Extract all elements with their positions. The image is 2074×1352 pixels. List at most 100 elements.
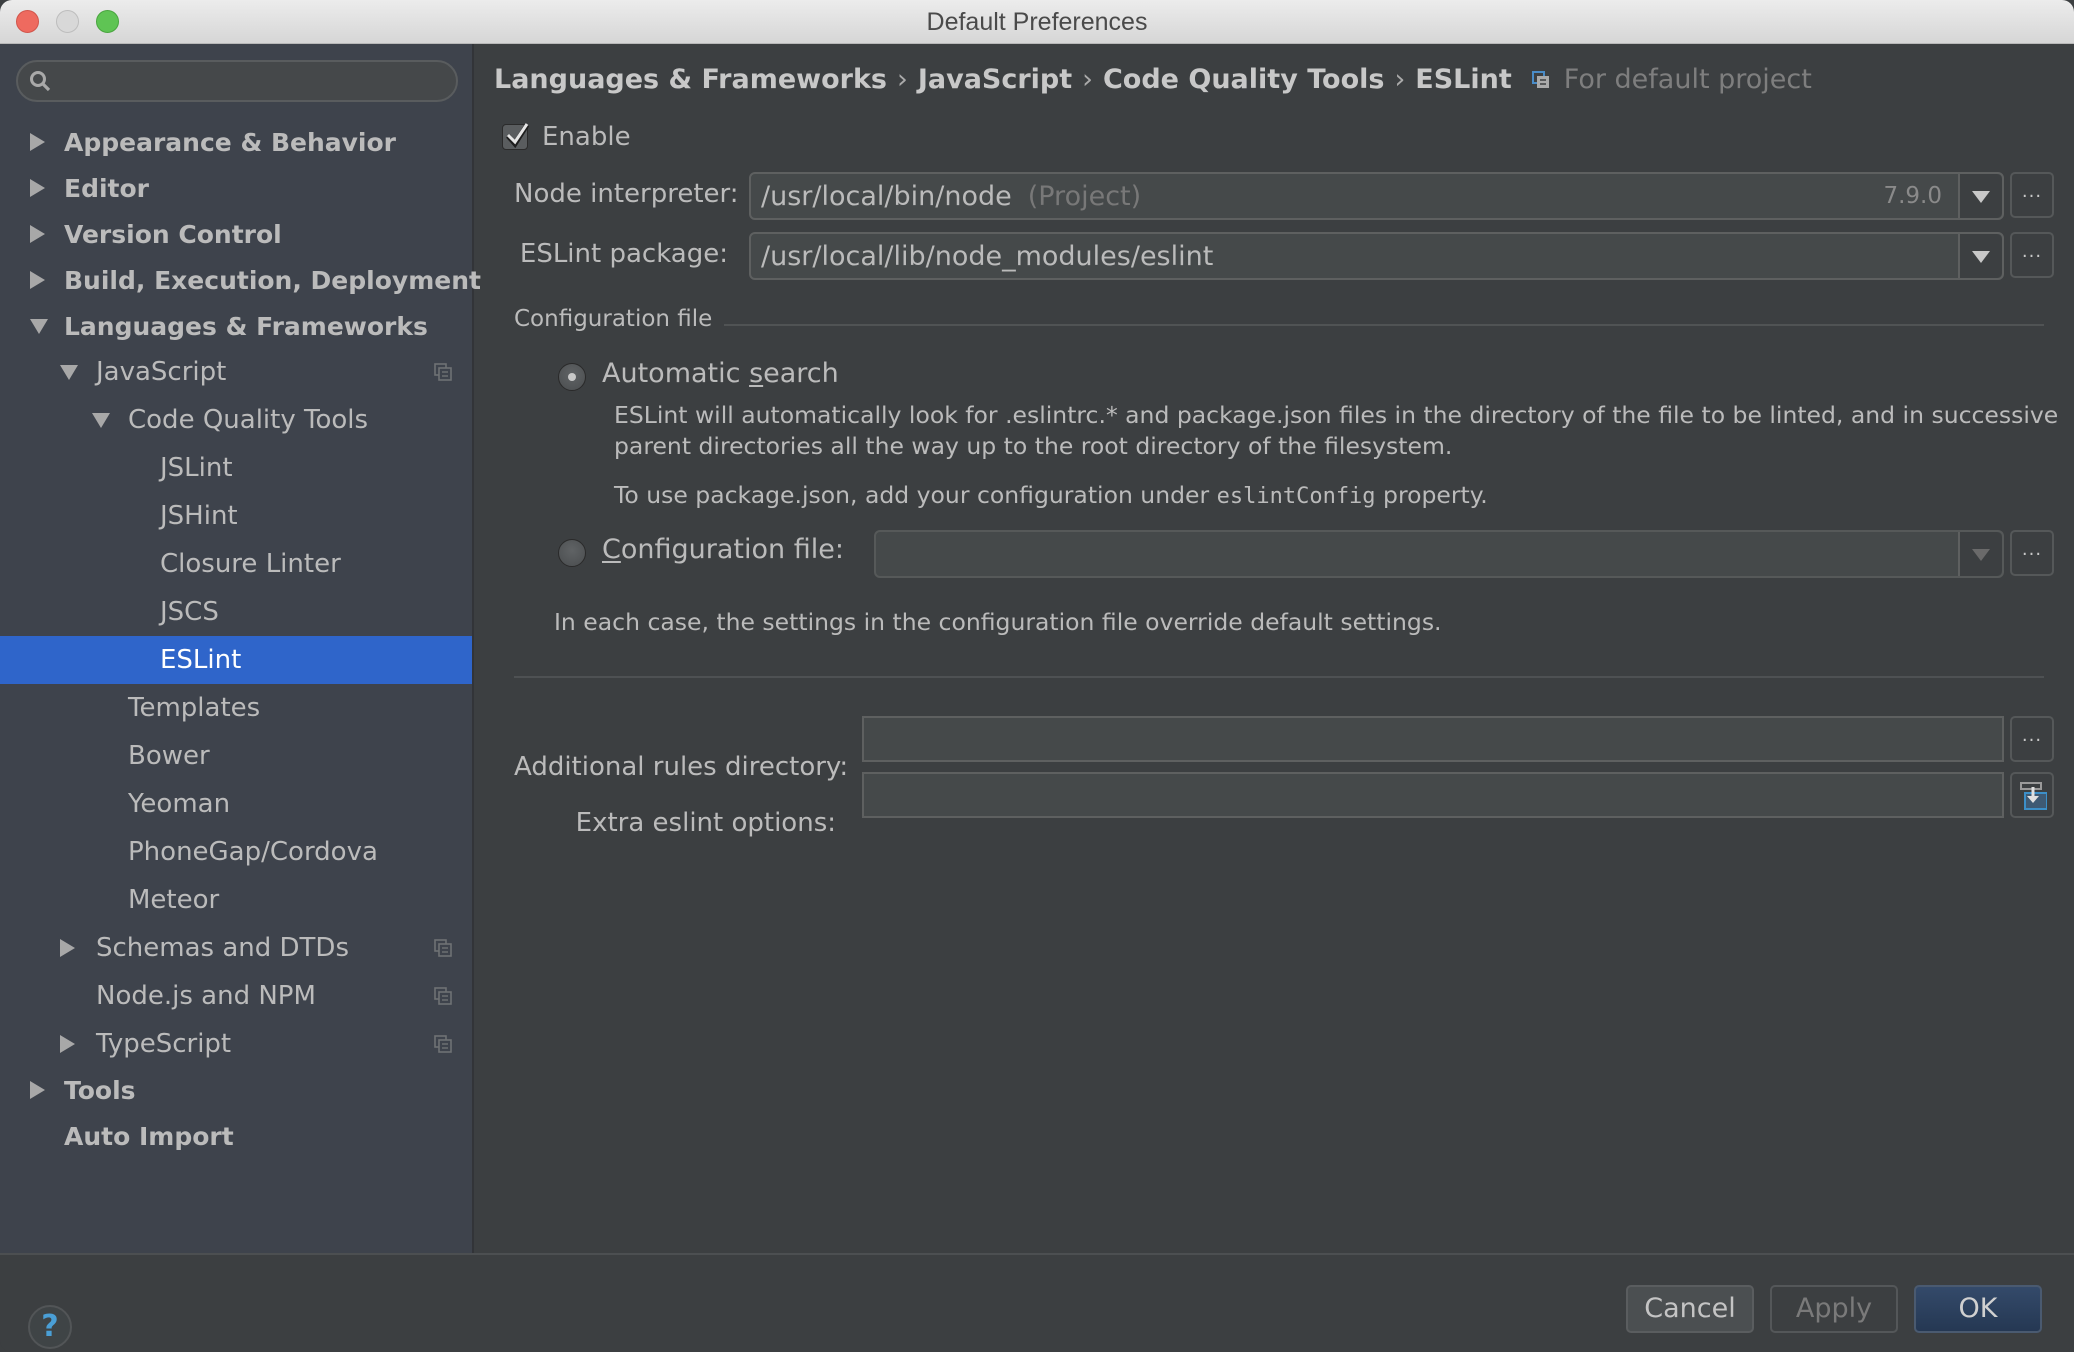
search-icon xyxy=(30,71,51,92)
package-json-hint: To use package.json, add your configurat… xyxy=(614,480,1488,512)
node-version: 7.9.0 xyxy=(1883,183,1942,209)
sidebar-item-bower[interactable]: Bower xyxy=(0,732,472,780)
project-scope-icon xyxy=(1531,70,1549,88)
sidebar-item-editor[interactable]: Editor xyxy=(0,164,472,212)
extra-options-input[interactable] xyxy=(862,772,2004,818)
eslint-package-browse-button[interactable]: ... xyxy=(2010,232,2054,278)
chevron-right-icon[interactable] xyxy=(30,133,45,151)
eslint-package-value: /usr/local/lib/node_modules/eslint xyxy=(761,240,1214,272)
sidebar-item-appearance-behavior[interactable]: Appearance & Behavior xyxy=(0,118,472,166)
chevron-right-icon[interactable] xyxy=(30,179,45,197)
sidebar-item-label: Languages & Frameworks xyxy=(64,311,428,341)
project-scope-icon xyxy=(434,1035,452,1053)
enable-checkbox-row[interactable]: Enable xyxy=(502,122,631,152)
enable-checkbox[interactable] xyxy=(502,123,530,150)
sidebar-item-jslint[interactable]: JSLint xyxy=(0,444,472,492)
sidebar-item-build-execution-deployment[interactable]: Build, Execution, Deployment xyxy=(0,256,481,304)
configuration-file-browse-button[interactable]: ... xyxy=(2010,530,2054,576)
sidebar-item-label: Auto Import xyxy=(64,1121,234,1151)
additional-rules-input[interactable] xyxy=(862,716,2004,762)
preferences-window: Default Preferences Appearance & Behavio… xyxy=(0,0,2074,1352)
breadcrumb-separator: › xyxy=(1082,64,1093,95)
chevron-down-icon[interactable] xyxy=(92,413,110,428)
sidebar-item-node-js-and-npm[interactable]: Node.js and NPM xyxy=(0,972,472,1020)
sidebar-item-meteor[interactable]: Meteor xyxy=(0,876,472,924)
apply-button[interactable]: Apply xyxy=(1770,1285,1898,1333)
node-interpreter-value: /usr/local/bin/node xyxy=(761,180,1012,212)
chevron-down-icon[interactable] xyxy=(60,365,78,380)
sidebar-item-label: Yeoman xyxy=(128,789,231,819)
settings-search-input[interactable] xyxy=(16,60,458,102)
title-bar: Default Preferences xyxy=(0,0,2074,44)
cancel-button[interactable]: Cancel xyxy=(1626,1285,1754,1333)
sidebar-item-languages-frameworks[interactable]: Languages & Frameworks xyxy=(0,302,472,350)
hint-text: property. xyxy=(1375,481,1488,509)
chevron-right-icon[interactable] xyxy=(30,225,45,243)
eslint-package-select[interactable]: /usr/local/lib/node_modules/eslint xyxy=(749,232,2004,280)
sidebar-item-auto-import[interactable]: Auto Import xyxy=(0,1112,472,1160)
expand-text-button[interactable] xyxy=(2010,772,2054,818)
eslint-package-label: ESLint package: xyxy=(519,239,728,269)
chevron-down-icon[interactable] xyxy=(30,319,48,334)
sidebar-item-templates[interactable]: Templates xyxy=(0,684,472,732)
sidebar-item-label: JSCS xyxy=(160,597,219,627)
sidebar-item-label: JSLint xyxy=(160,453,233,483)
breadcrumb-separator: › xyxy=(1394,64,1406,95)
sidebar-item-yeoman[interactable]: Yeoman xyxy=(0,780,472,828)
sidebar-item-eslint[interactable]: ESLint xyxy=(0,636,472,684)
automatic-search-label[interactable]: Automatic search xyxy=(602,358,839,389)
expand-field-icon xyxy=(2020,782,2047,810)
sidebar-item-jshint[interactable]: JSHint xyxy=(0,492,472,540)
additional-rules-label: Additional rules directory: xyxy=(514,752,849,782)
sidebar-item-label: Build, Execution, Deployment xyxy=(64,265,481,295)
sidebar-item-phonegap-cordova[interactable]: PhoneGap/Cordova xyxy=(0,828,472,876)
automatic-search-radio[interactable] xyxy=(558,363,586,391)
label-text: onfiguration file: xyxy=(620,534,844,565)
chevron-right-icon[interactable] xyxy=(30,1081,45,1099)
breadcrumb-separator: › xyxy=(897,64,908,95)
node-interpreter-label: Node interpreter: xyxy=(514,179,739,209)
section-divider xyxy=(724,324,2044,326)
sidebar-item-label: Tools xyxy=(64,1075,136,1105)
sidebar-item-label: Meteor xyxy=(128,885,220,915)
extra-options-label: Extra eslint options: xyxy=(575,808,836,838)
additional-rules-browse-button[interactable]: ... xyxy=(2010,716,2054,762)
sidebar-item-schemas-and-dtds[interactable]: Schemas and DTDs xyxy=(0,924,472,972)
node-interpreter-browse-button[interactable]: ... xyxy=(2010,172,2054,218)
scope-label: For default project xyxy=(1563,64,1812,95)
chevron-down-icon[interactable] xyxy=(1958,532,2002,576)
breadcrumb-item: Languages & Frameworks xyxy=(494,64,888,95)
chevron-down-icon[interactable] xyxy=(1958,174,2002,218)
automatic-search-description-line2: parent directories all the way up to the… xyxy=(614,432,1453,460)
chevron-down-icon[interactable] xyxy=(1958,234,2002,278)
sidebar-item-typescript[interactable]: TypeScript xyxy=(0,1020,472,1068)
chevron-right-icon[interactable] xyxy=(60,1035,75,1053)
checkmark-icon xyxy=(506,123,530,149)
configuration-file-select[interactable] xyxy=(874,530,2004,578)
chevron-right-icon[interactable] xyxy=(30,271,45,289)
label-text: Automatic xyxy=(602,358,750,389)
sidebar-item-version-control[interactable]: Version Control xyxy=(0,210,472,258)
sidebar-item-tools[interactable]: Tools xyxy=(0,1066,472,1114)
sidebar-item-label: Templates xyxy=(128,693,261,723)
sidebar-item-code-quality-tools[interactable]: Code Quality Tools xyxy=(0,396,472,444)
ok-button[interactable]: OK xyxy=(1914,1285,2042,1333)
help-button[interactable]: ? xyxy=(28,1305,72,1349)
sidebar-item-closure-linter[interactable]: Closure Linter xyxy=(0,540,472,588)
hint-text: To use package.json, add your configurat… xyxy=(614,481,1217,509)
sidebar-item-label: Schemas and DTDs xyxy=(96,933,349,963)
project-scope-icon xyxy=(434,939,452,957)
chevron-right-icon[interactable] xyxy=(60,939,75,957)
node-interpreter-hint: (Project) xyxy=(1027,180,1142,212)
node-interpreter-select[interactable]: /usr/local/bin/node (Project) 7.9.0 xyxy=(749,172,2004,220)
configuration-file-label[interactable]: Configuration file: xyxy=(602,534,844,565)
sidebar-item-label: ESLint xyxy=(160,645,242,675)
configuration-file-section-title: Configuration file xyxy=(514,306,713,332)
sidebar-item-javascript[interactable]: JavaScript xyxy=(0,348,472,396)
configuration-file-radio[interactable] xyxy=(558,539,586,567)
sidebar-item-label: Code Quality Tools xyxy=(128,405,369,435)
section-divider xyxy=(514,676,2044,678)
breadcrumb-item: JavaScript xyxy=(917,64,1073,95)
sidebar-item-jscs[interactable]: JSCS xyxy=(0,588,472,636)
label-text: earch xyxy=(763,358,839,389)
